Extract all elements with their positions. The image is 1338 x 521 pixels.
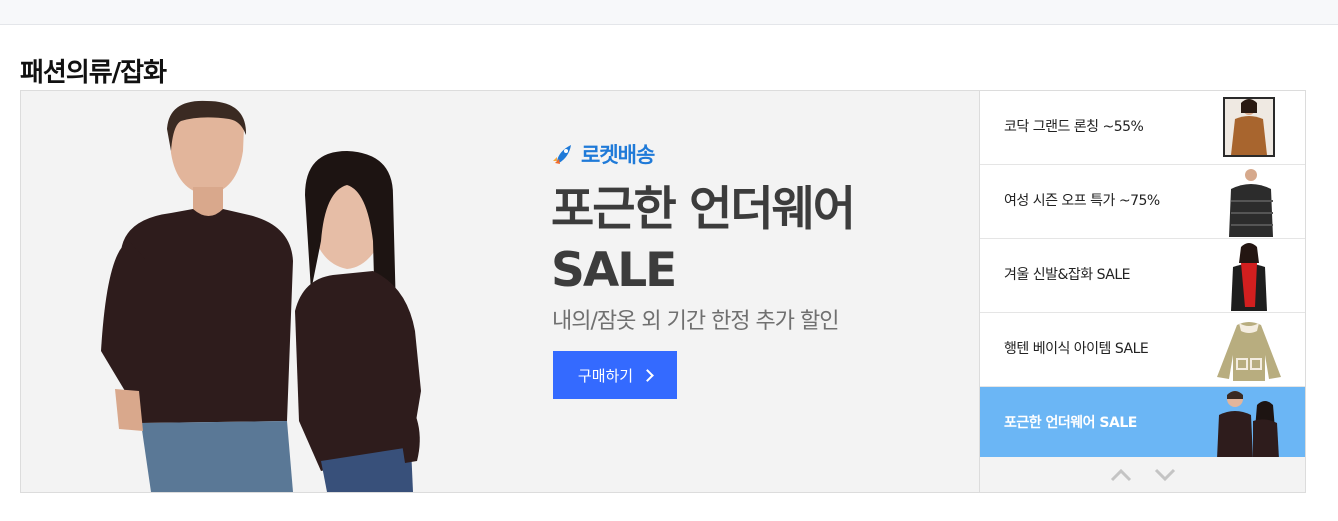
chevron-up-icon (1110, 468, 1131, 481)
hero-headline-line2: SALE (551, 243, 677, 298)
top-bar (0, 0, 1338, 25)
rocket-delivery-badge: 로켓배송 (551, 139, 655, 169)
sidebar-item-winter-shoes[interactable]: 겨울 신발&잡화 SALE (980, 239, 1305, 313)
hero-models-image (101, 100, 421, 492)
carousel-prev-button[interactable] (1110, 465, 1132, 485)
promo-carousel: 로켓배송 포근한 언더웨어 SALE 내의/잠옷 외 기간 한정 추가 할인 구… (20, 90, 1306, 493)
sidebar-item-label: 코닥 그랜드 론칭 ~55% (1004, 119, 1144, 135)
sidebar-item-kodak[interactable]: 코닥 그랜드 론칭 ~55% (980, 91, 1305, 165)
buy-button-label: 구매하기 (577, 366, 634, 385)
beige-jacket-thumbnail (1217, 322, 1281, 381)
red-scarf-thumbnail (1231, 243, 1267, 311)
hero-headline: 포근한 언더웨어 SALE (551, 179, 856, 301)
female-model (295, 151, 421, 492)
rocket-delivery-label: 로켓배송 (581, 143, 655, 167)
carousel-sidebar: 코닥 그랜드 론칭 ~55% 여성 시즌 오프 특가 ~75% 겨울 신발&잡화… (980, 91, 1305, 492)
sidebar-item-label: 여성 시즌 오프 특가 ~75% (1004, 193, 1160, 209)
rocket-icon (553, 145, 571, 164)
camel-coat-thumbnail (1223, 97, 1275, 157)
chevron-right-icon (641, 369, 654, 382)
hero-banner[interactable]: 로켓배송 포근한 언더웨어 SALE 내의/잠옷 외 기간 한정 추가 할인 구… (21, 91, 980, 492)
carousel-next-button[interactable] (1154, 465, 1176, 485)
sidebar-item-label: 포근한 언더웨어 SALE (1004, 415, 1137, 431)
hero-headline-line1: 포근한 언더웨어 (551, 182, 856, 237)
chevron-down-icon (1154, 468, 1175, 481)
sidebar-item-label: 겨울 신발&잡화 SALE (1004, 267, 1130, 283)
black-puffer-thumbnail (1229, 169, 1273, 237)
section-title: 패션의류/잡화 (20, 58, 167, 88)
carousel-nav (980, 457, 1305, 492)
sidebar-item-hangten-basic[interactable]: 행텐 베이식 아이템 SALE (980, 313, 1305, 387)
sidebar-item-women-season-off[interactable]: 여성 시즌 오프 특가 ~75% (980, 165, 1305, 239)
sidebar-item-label: 행텐 베이식 아이템 SALE (1004, 341, 1149, 357)
underwear-couple-thumbnail (1217, 391, 1279, 459)
buy-button[interactable]: 구매하기 (553, 351, 677, 399)
hero-subline: 내의/잠옷 외 기간 한정 추가 할인 (552, 309, 839, 334)
sidebar-item-underwear-sale[interactable]: 포근한 언더웨어 SALE (980, 387, 1305, 461)
male-model (101, 100, 293, 492)
